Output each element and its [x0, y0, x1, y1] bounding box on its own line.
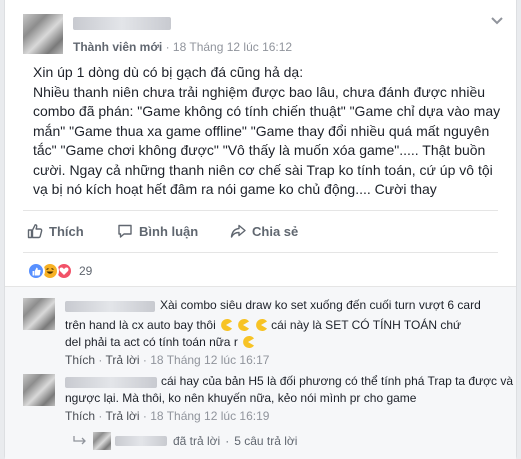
comment-text: cái này là SET CÓ TÍNH TOÁN chứ — [271, 318, 462, 332]
post-meta: Thành viên mới · 18 Tháng 12 lúc 16:12 — [73, 40, 292, 54]
comment-text-line: Xài combo siêu draw ko set xuống đến cuố… — [160, 298, 481, 312]
post-line: combo đã phán: "Game không có tính chiến… — [33, 103, 501, 119]
author-avatar[interactable] — [23, 14, 63, 54]
like-button[interactable]: Thích — [27, 222, 84, 240]
reaction-summary[interactable]: 29 — [27, 262, 92, 280]
comment-label: Bình luận — [139, 223, 199, 239]
comment-meta: Thích · Trả lời · 18 Tháng 12 lúc 16:17 — [65, 353, 270, 367]
post-line: Xin úp 1 dòng dù có bị gạch đá cũng hả d… — [33, 64, 304, 80]
comment-like-link[interactable]: Thích — [65, 409, 95, 423]
commenter-name-blurred[interactable] — [65, 377, 157, 388]
commenter-avatar[interactable] — [23, 298, 55, 330]
reaction-count: 29 — [79, 264, 93, 278]
post-body: Xin úp 1 dòng dù có bị gạch đá cũng hả d… — [33, 63, 503, 200]
chevron-down-icon[interactable] — [488, 13, 506, 29]
post-line: mắn" "Game thua xa game offline" "Game t… — [33, 122, 490, 139]
comment-icon — [118, 224, 132, 238]
reply-arrow-icon — [73, 436, 86, 445]
post-line: vạ bị nó kích hoạt hết đâm ra nói game k… — [33, 181, 437, 197]
share-icon — [230, 224, 246, 238]
comment-like-link[interactable]: Thích — [65, 353, 95, 367]
reply-count: 5 câu trả lời — [234, 434, 298, 448]
comment-text-line: del phải ta act có tính toán nữa r — [65, 334, 255, 351]
post-line: tắc" "Game chơi không được" "Vô thấy là … — [33, 142, 486, 158]
comment-reply-link[interactable]: Trả lời — [105, 409, 139, 423]
divider — [23, 210, 498, 211]
pacman-emoji-icon — [238, 319, 250, 331]
replier-name-blurred — [115, 436, 167, 446]
share-label: Chia sẻ — [252, 223, 299, 239]
comment-meta: Thích · Trả lời · 18 Tháng 12 lúc 16:19 — [65, 409, 270, 423]
comment-text-line: ngược lại. Mà thôi, ko nên khuyến nữa, k… — [65, 391, 417, 405]
comment-timestamp[interactable]: 18 Tháng 12 lúc 16:17 — [150, 353, 269, 367]
pacman-emoji-icon — [243, 336, 255, 348]
comment-text: del phải ta act có tính toán nữa r — [65, 335, 238, 349]
comment-reply-link[interactable]: Trả lời — [105, 353, 139, 367]
post-timestamp[interactable]: · 18 Tháng 12 lúc 16:12 — [166, 40, 293, 54]
comment-text-line: cái hay của bản H5 là đối phương có thể … — [161, 374, 514, 388]
comment-text: trên hand là cx auto bay thôi — [65, 318, 216, 332]
post-line: cười. Ngay cả những thanh niên cơ chế sà… — [33, 161, 493, 178]
commenter-avatar[interactable] — [23, 374, 55, 406]
replier-avatar — [93, 432, 111, 450]
thumbs-up-icon — [27, 224, 43, 239]
separator: · — [225, 434, 230, 448]
commenter-name-blurred[interactable] — [65, 301, 155, 312]
divider — [23, 252, 498, 253]
replied-label: đã trả lời — [173, 434, 221, 448]
comment-timestamp[interactable]: 18 Tháng 12 lúc 16:19 — [150, 409, 269, 423]
view-replies-link[interactable]: đã trả lời · 5 câu trả lời — [73, 432, 297, 450]
pacman-emoji-icon — [255, 319, 267, 331]
like-label: Thích — [49, 223, 84, 239]
post-line: Nhiều thanh niên chưa trải nghiệm được b… — [33, 83, 486, 100]
like-reaction-icon — [27, 262, 45, 280]
comment-button[interactable]: Bình luận — [117, 222, 198, 240]
member-badge: Thành viên mới — [73, 40, 163, 54]
share-button[interactable]: Chia sẻ — [230, 222, 298, 240]
comment-text-line: trên hand là cx auto bay thôi cái này là… — [65, 317, 461, 334]
pacman-emoji-icon — [221, 319, 233, 331]
post-card: Thành viên mới · 18 Tháng 12 lúc 16:12 X… — [4, 0, 517, 459]
author-name-blurred[interactable] — [73, 17, 171, 30]
